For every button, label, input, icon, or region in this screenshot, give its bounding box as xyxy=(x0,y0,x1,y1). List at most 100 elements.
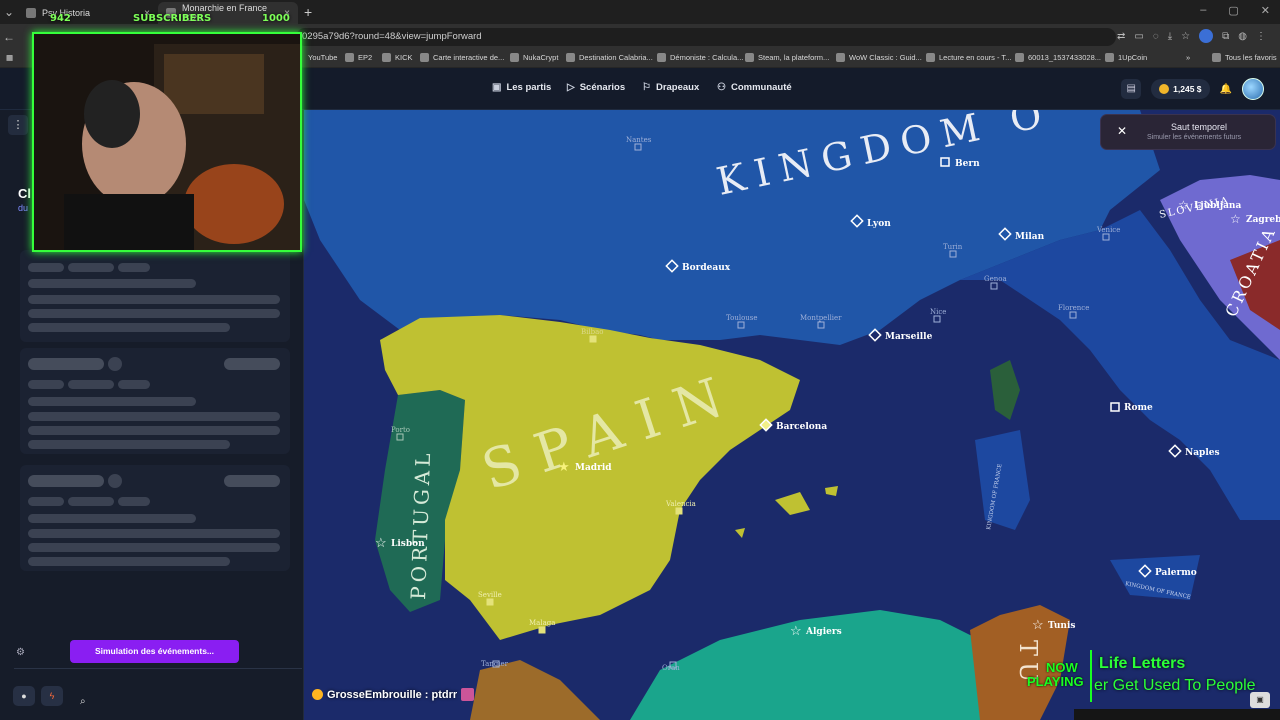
city-marker-algiers[interactable]: ☆ xyxy=(790,624,802,639)
bookmark-item[interactable]: EP2 xyxy=(345,53,372,62)
lightning-icon[interactable]: ϟ xyxy=(41,686,63,706)
apps-grid-icon[interactable]: ▦ xyxy=(6,53,13,62)
sub-badge-icon xyxy=(312,689,323,700)
nav-communaute[interactable]: ⚇ Communauté xyxy=(717,82,792,93)
bookmark-item[interactable]: Carte interactive de... xyxy=(420,53,504,62)
play-icon: ▷ xyxy=(567,82,575,93)
hide-icon[interactable]: ◌ xyxy=(1153,31,1159,42)
avatar[interactable] xyxy=(1242,78,1264,100)
toast-subtitle: Simuler les événements futurs xyxy=(1147,134,1242,141)
header-actions: ▤ 1,245 $ 🔔 xyxy=(1121,78,1264,100)
divider xyxy=(14,668,302,669)
bookmark-item[interactable]: Lecture en cours - T... xyxy=(926,53,1011,62)
download-icon[interactable]: ⤓ xyxy=(1168,31,1172,42)
chat-bubble-icon[interactable]: ● xyxy=(13,686,35,706)
nav-scenarios[interactable]: ▷ Scénarios xyxy=(567,82,625,93)
city-label-rome: Rome xyxy=(1124,403,1153,413)
subscriber-goal: 1000 xyxy=(262,13,290,24)
town-label-nice: Nice xyxy=(930,308,946,316)
bookmark-star-icon[interactable]: ☆ xyxy=(1181,31,1190,42)
town-marker-valencia xyxy=(675,507,683,515)
city-marker-madrid[interactable]: ★ xyxy=(558,460,570,475)
tab-list-icon[interactable]: ⌄ xyxy=(0,5,18,19)
bookmark-item[interactable]: 1UpCoin xyxy=(1105,53,1147,62)
ballot-icon: ▣ xyxy=(492,82,502,93)
menu-icon[interactable]: ⋮ xyxy=(8,115,28,135)
loading-card xyxy=(20,465,290,571)
song-title: Life Letters xyxy=(1099,655,1186,672)
simulation-button[interactable]: Simulation des événements... xyxy=(70,640,239,663)
bookmark-favicon-icon xyxy=(836,53,845,62)
overlay-logo-icon: ▣ xyxy=(1250,692,1270,708)
city-label-ljubljana: Ljubljana xyxy=(1194,201,1241,211)
bookmark-favicon-icon xyxy=(657,53,666,62)
subscribers-label: SUBSCRIBERS xyxy=(133,13,212,24)
settings-gear-icon[interactable]: ⚙ xyxy=(16,647,25,658)
address-bar-actions: ⇄ ▭ ◌ ⤓ ☆ ⧉ ◍ ⋮ xyxy=(1117,29,1266,43)
chat-message: GrosseEmbrouille : ptdrr xyxy=(312,688,475,701)
translate-icon[interactable]: ⇄ xyxy=(1117,31,1125,42)
town-label-bilbao: Bilbao xyxy=(581,328,604,336)
close-window-icon[interactable]: ✕ xyxy=(1261,4,1270,17)
town-marker-bilbao xyxy=(589,335,597,343)
city-marker-zagreb[interactable]: ☆ xyxy=(1230,212,1241,226)
all-bookmarks[interactable]: Tous les favoris xyxy=(1212,53,1277,62)
bookmark-item[interactable]: 60013_1537433028... xyxy=(1015,53,1101,62)
town-label-toulouse: Toulouse xyxy=(726,314,758,322)
town-label-seville: Seville xyxy=(478,591,502,599)
town-label-tangier: Tangier xyxy=(481,660,509,668)
bookmark-favicon-icon xyxy=(1015,53,1024,62)
webcam-feed xyxy=(34,34,300,250)
song-artist: er Get Used To People xyxy=(1094,677,1256,694)
town-label-malaga: Malaga xyxy=(529,619,555,627)
time-jump-toast[interactable]: ✕ Saut temporel Simuler les événements f… xyxy=(1100,114,1276,150)
people-icon: ⚇ xyxy=(717,82,726,93)
balance-badge[interactable]: 1,245 $ xyxy=(1151,79,1210,99)
town-label-montpellier: Montpellier xyxy=(800,314,842,322)
folder-icon xyxy=(382,53,391,62)
bookmark-item[interactable]: YouTube xyxy=(308,53,337,62)
town-label-venice: Venice xyxy=(1096,226,1120,234)
bookmark-item[interactable]: Destination Calabria... xyxy=(566,53,653,62)
bookmark-item[interactable]: NukaCrypt xyxy=(510,53,558,62)
back-icon[interactable]: ← xyxy=(0,30,18,44)
gift-icon[interactable]: ▤ xyxy=(1121,79,1142,99)
follower-count: 942 xyxy=(50,13,71,24)
city-label-lisbon: Lisbon xyxy=(391,539,425,549)
extensions-puzzle-icon[interactable]: ⧉ xyxy=(1222,31,1229,42)
window-controls: – ▢ ✕ xyxy=(1200,4,1270,17)
city-label-lyon: Lyon xyxy=(867,219,891,229)
city-marker-lisbon[interactable]: ☆ xyxy=(375,536,387,551)
maximize-icon[interactable]: ▢ xyxy=(1228,4,1238,17)
extension-icon[interactable] xyxy=(1199,29,1214,43)
new-tab-icon[interactable]: + xyxy=(304,4,312,20)
cast-icon[interactable]: ▭ xyxy=(1134,31,1143,42)
close-icon[interactable]: ✕ xyxy=(1117,124,1127,138)
nav-les-partis[interactable]: ▣ Les partis xyxy=(492,82,551,93)
nav-drapeaux[interactable]: ⚐ Drapeaux xyxy=(642,82,699,93)
bookmark-favicon-icon xyxy=(510,53,519,62)
city-label-tunis: Tunis xyxy=(1048,621,1075,631)
url-field[interactable]: 0295a79d6?round=48&view=jumpForward xyxy=(296,28,1116,46)
search-icon[interactable]: ⌕ xyxy=(80,696,86,707)
bell-icon[interactable]: 🔔 xyxy=(1220,84,1232,95)
bookmark-item[interactable]: KICK xyxy=(382,53,413,62)
sidebar-subtitle: du xyxy=(18,203,29,213)
emote-icon xyxy=(461,688,475,701)
minimize-icon[interactable]: – xyxy=(1200,4,1206,17)
city-marker-tunis[interactable]: ☆ xyxy=(1032,618,1044,633)
bookmark-item[interactable]: WoW Classic : Guid... xyxy=(836,53,922,62)
town-label-turin: Turin xyxy=(943,243,963,251)
profile-icon[interactable]: ◍ xyxy=(1238,31,1247,42)
city-marker-ljubljana[interactable]: ☆ xyxy=(1178,198,1189,212)
toast-title: Saut temporel xyxy=(1171,122,1228,132)
bookmark-item[interactable]: Démoniste : Calcula... xyxy=(657,53,743,62)
webcam-overlay xyxy=(32,32,302,252)
city-label-bordeaux: Bordeaux xyxy=(682,263,731,273)
folder-icon xyxy=(345,53,354,62)
now-playing-divider xyxy=(1090,650,1092,702)
bookmark-favicon-icon xyxy=(926,53,935,62)
bookmark-item[interactable]: Steam, la plateform... xyxy=(745,53,829,62)
menu-dots-icon[interactable]: ⋮ xyxy=(1256,31,1266,42)
more-bookmarks-icon[interactable]: » xyxy=(1186,53,1190,62)
